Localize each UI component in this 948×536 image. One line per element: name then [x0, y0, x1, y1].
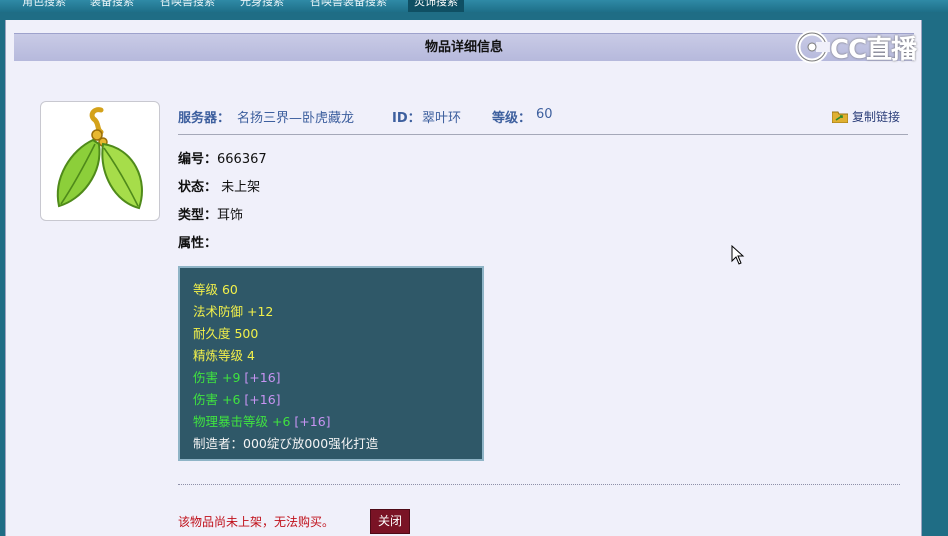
tab-summon-search[interactable]: 召唤兽搜索 — [160, 0, 215, 12]
cc-live-logo-icon — [795, 30, 830, 64]
type-label: 类型： — [178, 208, 218, 223]
attr-magic-defense: 法术防御 +12 — [193, 304, 274, 319]
attr-crit-value: 物理暴击等级 +6 — [193, 414, 291, 429]
tab-ornament-search[interactable]: 灵饰搜索 — [408, 0, 464, 12]
attr-maker: 制造者：000绽び放000强化打造 — [193, 436, 379, 451]
top-navigation: 角色搜索 装备搜索 召唤兽搜索 元身搜索 召唤兽装备搜索 灵饰搜索 — [0, 0, 948, 12]
attr-damage-2-value: 伤害 +6 — [193, 392, 241, 407]
tab-body-search[interactable]: 元身搜索 — [240, 0, 284, 12]
attr-refine-level: 精炼等级 4 — [193, 348, 255, 363]
attr-crit-bonus: [+16] — [294, 414, 331, 429]
attr-durability: 耐久度 500 — [193, 326, 259, 341]
number-label: 编号： — [178, 152, 218, 167]
mouse-pointer-icon — [731, 245, 745, 265]
attr-crit-level: 物理暴击等级 +6 [+16] — [193, 411, 331, 430]
status-value: 未上架 — [221, 180, 261, 195]
attr-level: 等级 60 — [193, 282, 238, 297]
purchase-notice: 该物品尚未上架，无法购买。 — [178, 515, 335, 529]
folder-link-icon — [831, 111, 849, 124]
close-button[interactable]: 关闭 — [370, 509, 410, 534]
attr-damage-2-bonus: [+16] — [244, 392, 281, 407]
leaf-earring-icon — [56, 107, 143, 210]
number-value: 666367 — [217, 152, 267, 167]
item-header: 服务器： 名扬三界—卧虎藏龙 ID： 翠叶环 等级： 60 复制链接 — [178, 104, 908, 135]
tab-summon-equipment-search[interactable]: 召唤兽装备搜索 — [310, 0, 387, 12]
watermark: CC直播 — [794, 27, 924, 67]
attributes-panel: 等级 60 法术防御 +12 耐久度 500 精炼等级 4 伤害 +9 [+16… — [178, 266, 484, 461]
item-detail-page: 物品详细信息 服务器： 名扬三界—卧虎藏龙 ID： 翠叶环 等级： 60 复制链… — [5, 20, 922, 536]
field-status: 状态： 未上架 — [178, 176, 260, 195]
attr-damage-1: 伤害 +9 [+16] — [193, 367, 281, 386]
tab-role-search[interactable]: 角色搜索 — [22, 0, 66, 12]
field-number: 编号：666367 — [178, 148, 267, 167]
page-title: 物品详细信息 — [14, 33, 914, 61]
attr-damage-1-bonus: [+16] — [244, 370, 281, 385]
attributes-label: 属性： — [178, 236, 218, 251]
divider — [178, 484, 900, 485]
id-value: 翠叶环 — [422, 111, 462, 126]
watermark-text: CC直播 — [830, 35, 917, 65]
attr-damage-1-value: 伤害 +9 — [193, 370, 241, 385]
field-type: 类型：耳饰 — [178, 204, 243, 223]
type-value: 耳饰 — [217, 208, 244, 223]
field-attributes: 属性： — [178, 232, 217, 251]
tab-equipment-search[interactable]: 装备搜索 — [90, 0, 134, 12]
item-image-frame — [40, 101, 160, 221]
status-label: 状态： — [178, 180, 218, 195]
attr-damage-2: 伤害 +6 [+16] — [193, 389, 281, 408]
id-label: ID： — [392, 111, 421, 126]
copy-link-button[interactable]: 复制链接 — [831, 108, 900, 125]
server-label: 服务器： — [178, 111, 231, 126]
level-label: 等级： — [492, 111, 532, 126]
copy-link-label: 复制链接 — [851, 110, 900, 124]
level-value: 60 — [536, 107, 553, 122]
server-value: 名扬三界—卧虎藏龙 — [237, 111, 355, 126]
